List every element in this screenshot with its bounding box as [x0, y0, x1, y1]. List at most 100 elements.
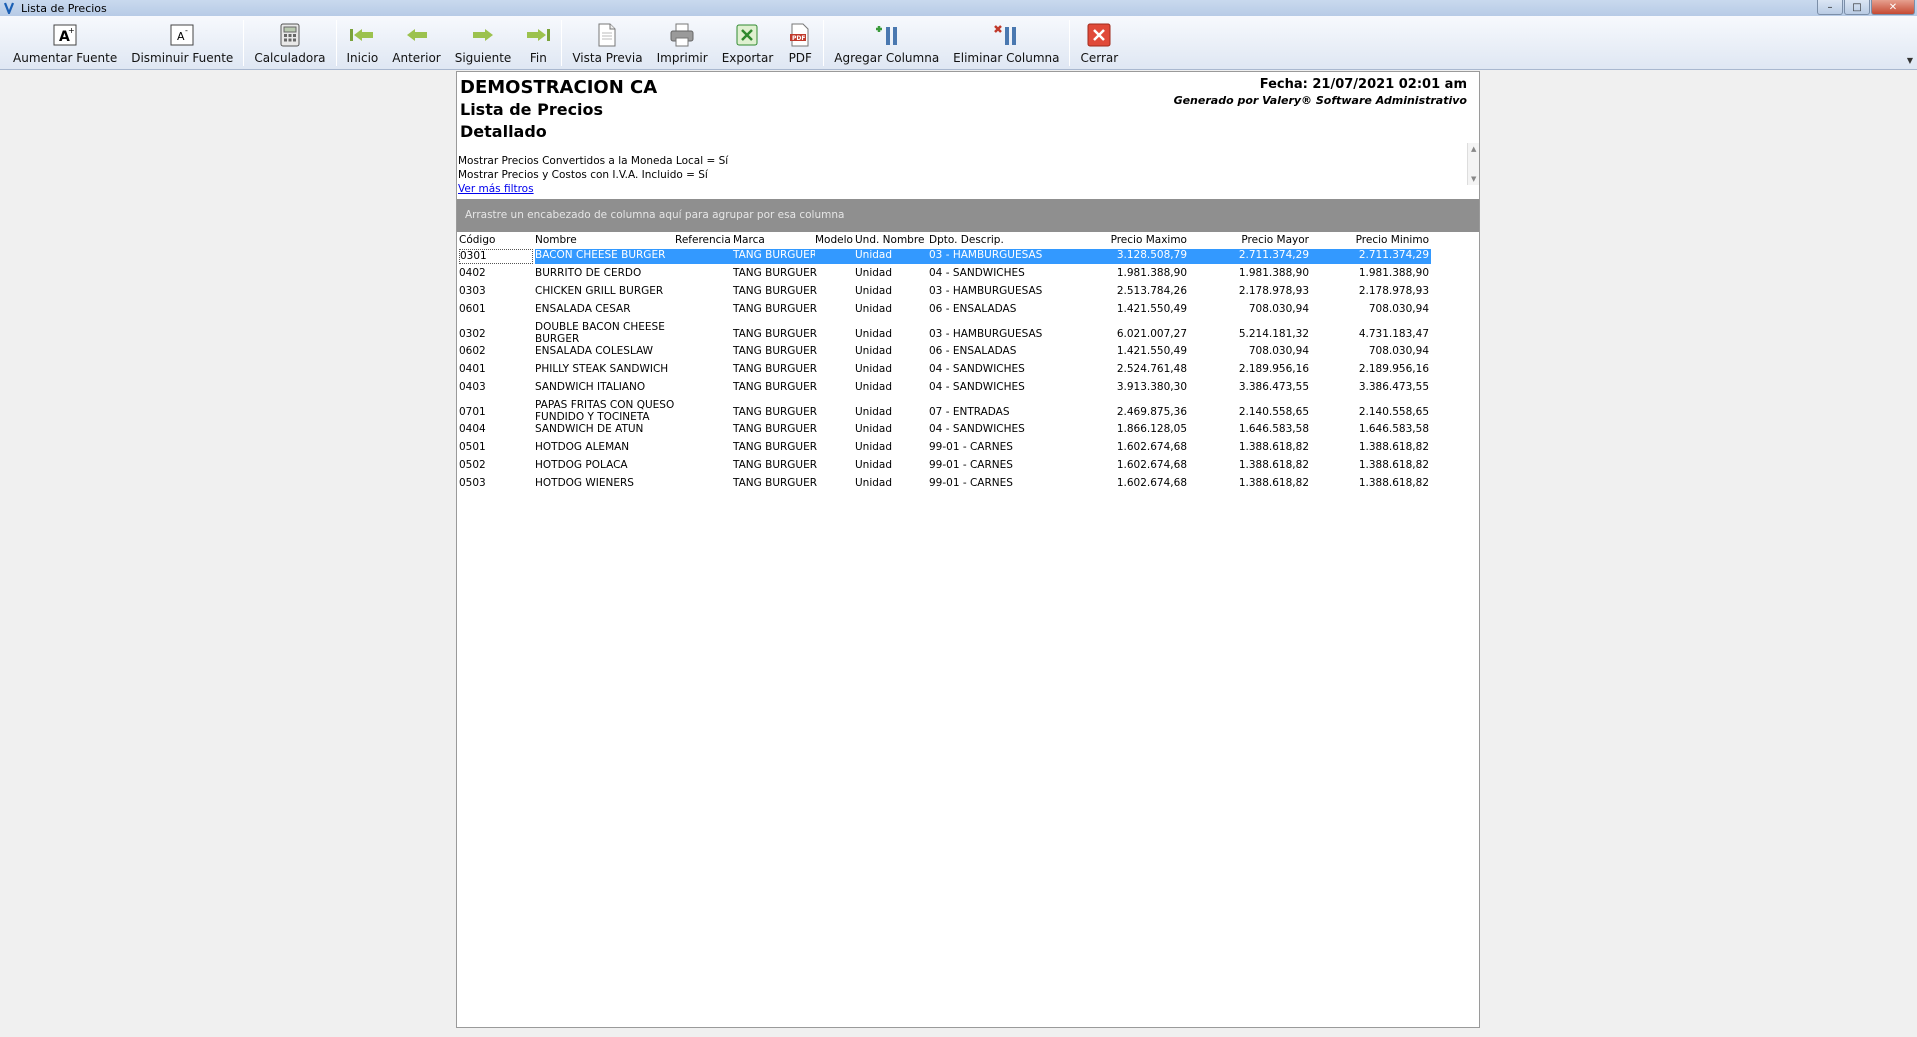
cell-und[interactable]: Unidad: [855, 249, 929, 264]
cell-dpto[interactable]: 07 - ENTRADAS: [929, 406, 1053, 418]
cell-marca[interactable]: TANG BURGUER: [733, 381, 817, 393]
imprimir-button[interactable]: Imprimir: [650, 16, 715, 66]
cell-pmay[interactable]: 2.189.956,16: [1189, 363, 1311, 375]
cell-und[interactable]: Unidad: [855, 303, 929, 315]
col-header-modelo[interactable]: Modelo: [815, 234, 855, 246]
cell-und[interactable]: Unidad: [855, 406, 929, 418]
more-filters-link[interactable]: Ver más filtros: [458, 183, 534, 195]
cell-codigo[interactable]: 0303: [459, 285, 533, 297]
col-header-und-nombre[interactable]: Und. Nombre: [855, 234, 929, 246]
vista-previa-button[interactable]: Vista Previa: [565, 16, 649, 66]
cell-dpto[interactable]: 04 - SANDWICHES: [929, 423, 1053, 435]
table-row[interactable]: 0302 DOUBLE BACON CHEESE BURGER TANG BURGU…: [457, 321, 1479, 345]
cell-nombre[interactable]: BACON CHEESE BURGER: [535, 249, 675, 264]
cell-nombre[interactable]: PAPAS FRITAS CON QUESO FUNDIDO Y TOCINET…: [535, 399, 675, 423]
cell-pmay[interactable]: 1.646.583,58: [1189, 423, 1311, 435]
toolbar-overflow-icon[interactable]: ▼: [1907, 56, 1913, 65]
agregar-columna-button[interactable]: Agregar Columna: [827, 16, 946, 66]
disminuir-fuente-button[interactable]: A- Disminuir Fuente: [124, 16, 240, 66]
cell-pmin[interactable]: 1.981.388,90: [1311, 267, 1431, 279]
cell-codigo[interactable]: 0402: [459, 267, 533, 279]
cell-pmax[interactable]: 1.866.128,05: [1053, 423, 1189, 435]
cell-marca[interactable]: TANG BURGUER: [733, 441, 817, 453]
cell-pmin[interactable]: 2.178.978,93: [1311, 285, 1431, 297]
cell-dpto[interactable]: 03 - HAMBURGUESAS: [929, 285, 1053, 297]
cell-modelo[interactable]: [815, 249, 855, 264]
cell-pmin[interactable]: 4.731.183,47: [1311, 328, 1431, 340]
cell-pmax[interactable]: 1.421.550,49: [1053, 345, 1189, 357]
cell-marca[interactable]: TANG BURGUER: [733, 459, 817, 471]
scroll-down-icon[interactable]: ▼: [1471, 175, 1476, 183]
inicio-button[interactable]: Inicio: [340, 16, 386, 66]
pdf-button[interactable]: PDF PDF: [780, 16, 820, 66]
cell-und[interactable]: Unidad: [855, 285, 929, 297]
cell-pmay[interactable]: 2.711.374,29: [1189, 249, 1311, 264]
cell-pmin[interactable]: 1.646.583,58: [1311, 423, 1431, 435]
cell-marca[interactable]: TANG BURGUER: [733, 303, 817, 315]
maximize-button[interactable]: □: [1844, 0, 1870, 15]
eliminar-columna-button[interactable]: Eliminar Columna: [946, 16, 1066, 66]
cell-nombre[interactable]: BURRITO DE CERDO: [535, 267, 675, 279]
cell-pmay[interactable]: 708.030,94: [1189, 345, 1311, 357]
cell-pmax[interactable]: 1.602.674,68: [1053, 477, 1189, 489]
cell-dpto[interactable]: 03 - HAMBURGUESAS: [929, 328, 1053, 340]
cell-nombre[interactable]: ENSALADA CESAR: [535, 303, 675, 315]
cell-pmin[interactable]: 2.140.558,65: [1311, 406, 1431, 418]
cell-pmay[interactable]: 2.140.558,65: [1189, 406, 1311, 418]
cell-pmay[interactable]: 1.388.618,82: [1189, 441, 1311, 453]
col-header-dpto[interactable]: Dpto. Descrip.: [929, 234, 1053, 246]
table-row[interactable]: 0404 SANDWICH DE ATUN TANG BURGUER Unidad 04…: [457, 423, 1479, 441]
cell-pmax[interactable]: 6.021.007,27: [1053, 328, 1189, 340]
table-row[interactable]: 0501 HOTDOG ALEMAN TANG BURGUER Unidad 99-01…: [457, 441, 1479, 459]
table-row[interactable]: 0502 HOTDOG POLACA TANG BURGUER Unidad 99-01…: [457, 459, 1479, 477]
cell-nombre[interactable]: DOUBLE BACON CHEESE BURGER: [535, 321, 675, 345]
cell-nombre[interactable]: SANDWICH ITALIANO: [535, 381, 675, 393]
cell-pmin[interactable]: 2.189.956,16: [1311, 363, 1431, 375]
col-header-referencia[interactable]: Referencia: [675, 234, 733, 246]
cell-nombre[interactable]: PHILLY STEAK SANDWICH: [535, 363, 675, 375]
table-row[interactable]: 0701 PAPAS FRITAS CON QUESO FUNDIDO Y TOC…: [457, 399, 1479, 423]
cell-pmax[interactable]: 1.602.674,68: [1053, 459, 1189, 471]
col-header-codigo[interactable]: Código: [459, 234, 533, 246]
cell-pmay[interactable]: 1.388.618,82: [1189, 459, 1311, 471]
cell-codigo[interactable]: 0301: [459, 249, 533, 264]
cell-nombre[interactable]: HOTDOG WIENERS: [535, 477, 675, 489]
cell-pmay[interactable]: 1.388.618,82: [1189, 477, 1311, 489]
cell-und[interactable]: Unidad: [855, 267, 929, 279]
cell-codigo[interactable]: 0404: [459, 423, 533, 435]
cell-pmax[interactable]: 2.524.761,48: [1053, 363, 1189, 375]
cell-und[interactable]: Unidad: [855, 328, 929, 340]
cell-dpto[interactable]: 03 - HAMBURGUESAS: [929, 249, 1053, 264]
fin-button[interactable]: Fin: [518, 16, 558, 66]
cell-pmax[interactable]: 1.602.674,68: [1053, 441, 1189, 453]
cell-und[interactable]: Unidad: [855, 363, 929, 375]
cell-dpto[interactable]: 06 - ENSALADAS: [929, 345, 1053, 357]
aumentar-fuente-button[interactable]: A + Aumentar Fuente: [6, 16, 124, 66]
cell-marca[interactable]: TANG BURGUER: [733, 363, 817, 375]
table-row[interactable]: 0301 BACON CHEESE BURGER TANG BURGUER Unida…: [457, 249, 1479, 267]
cell-pmay[interactable]: 2.178.978,93: [1189, 285, 1311, 297]
cell-dpto[interactable]: 06 - ENSALADAS: [929, 303, 1053, 315]
cell-marca[interactable]: TANG BURGUER: [733, 249, 817, 264]
cell-pmin[interactable]: 1.388.618,82: [1311, 441, 1431, 453]
cell-pmin[interactable]: 708.030,94: [1311, 345, 1431, 357]
col-header-marca[interactable]: Marca: [733, 234, 815, 246]
scroll-up-icon[interactable]: ▲: [1471, 145, 1476, 153]
cell-nombre[interactable]: HOTDOG ALEMAN: [535, 441, 675, 453]
cell-codigo[interactable]: 0601: [459, 303, 533, 315]
cell-codigo[interactable]: 0302: [459, 328, 533, 340]
cell-marca[interactable]: TANG BURGUER: [733, 477, 817, 489]
cell-dpto[interactable]: 99-01 - CARNES: [929, 477, 1053, 489]
table-row[interactable]: 0402 BURRITO DE CERDO TANG BURGUER Unidad 04…: [457, 267, 1479, 285]
siguiente-button[interactable]: Siguiente: [448, 16, 519, 66]
cell-pmay[interactable]: 708.030,94: [1189, 303, 1311, 315]
cerrar-button[interactable]: Cerrar: [1073, 16, 1125, 66]
close-window-button[interactable]: ✕: [1871, 0, 1915, 15]
table-row[interactable]: 0601 ENSALADA CESAR TANG BURGUER Unidad 06 -…: [457, 303, 1479, 321]
cell-pmax[interactable]: 2.469.875,36: [1053, 406, 1189, 418]
col-header-precio-minimo[interactable]: Precio Minimo: [1311, 234, 1431, 246]
table-row[interactable]: 0503 HOTDOG WIENERS TANG BURGUER Unidad 99-0…: [457, 477, 1479, 495]
cell-nombre[interactable]: ENSALADA COLESLAW: [535, 345, 675, 357]
cell-dpto[interactable]: 04 - SANDWICHES: [929, 381, 1053, 393]
cell-und[interactable]: Unidad: [855, 459, 929, 471]
